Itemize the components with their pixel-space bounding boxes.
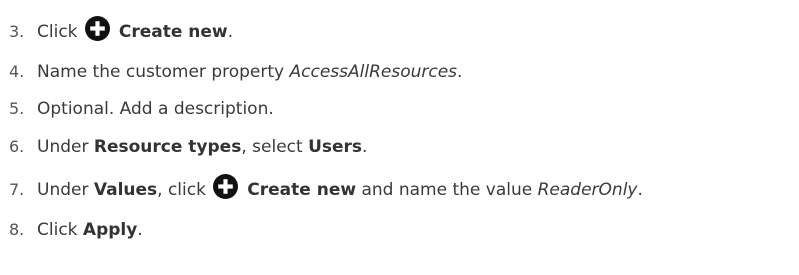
values-label: Values [93, 180, 158, 200]
value-name: ReaderOnly [537, 180, 638, 200]
step-number: 5. [9, 99, 25, 118]
step-5: 5. Optional. Add a description. [9, 96, 274, 122]
step-text: . [137, 220, 143, 240]
step-6: 6. Under Resource types , select Users . [9, 134, 367, 160]
step-text: , select [241, 137, 309, 157]
step-text: . [637, 180, 643, 200]
step-number: 6. [9, 137, 25, 156]
step-text: Under [37, 137, 94, 157]
step-text: Under [37, 180, 94, 200]
resource-types-label: Resource types [93, 137, 242, 157]
step-4: 4. Name the customer property AccessAllR… [9, 59, 462, 85]
step-3: 3. Click Create new . [9, 15, 234, 45]
step-text: . [362, 137, 368, 157]
create-new-label: Create new [241, 180, 357, 200]
step-number: 8. [9, 220, 25, 239]
property-name: AccessAllResources [289, 62, 458, 82]
step-text: Click [37, 220, 83, 240]
instruction-steps-list: 3. Click Create new . 4. Name the custom… [0, 0, 799, 275]
step-text: Name the customer property [37, 62, 290, 82]
step-text: and name the value [356, 180, 538, 200]
step-8: 8. Click Apply . [9, 217, 143, 243]
step-number: 7. [9, 180, 25, 199]
step-text: Optional. Add a description. [37, 99, 274, 119]
step-7: 7. Under Values , click Create new and n… [9, 173, 643, 203]
step-text: Click [37, 22, 83, 42]
step-text: . [457, 62, 463, 82]
step-text: . [227, 22, 234, 42]
step-text: , click [157, 180, 212, 200]
plus-circle-icon [213, 173, 239, 199]
create-new-label: Create new [112, 22, 228, 42]
apply-label: Apply [82, 220, 138, 240]
plus-circle-icon [84, 15, 110, 41]
step-number: 4. [9, 62, 25, 81]
step-number: 3. [9, 22, 25, 41]
users-label: Users [308, 137, 363, 157]
